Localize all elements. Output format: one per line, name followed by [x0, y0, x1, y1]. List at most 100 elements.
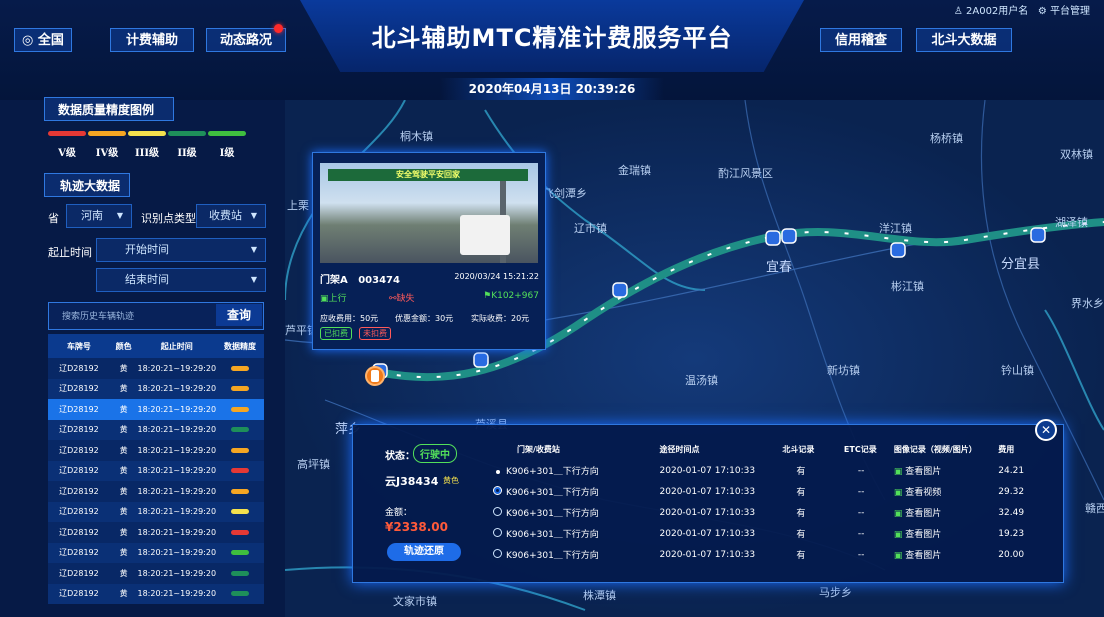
nav-credit-audit-button[interactable]: 信用稽查 [820, 28, 902, 52]
table-row[interactable]: K906+301＿下行方向 2020-01-07 17:10:33 有 -- ▣ 查看视… [493, 481, 1045, 502]
etc-cell: -- [857, 486, 865, 497]
time-cell: 18:20:21~19:29:20 [137, 384, 217, 394]
precision-cell [216, 522, 264, 543]
nav-beidou-data-button[interactable]: 北斗大数据 [916, 28, 1012, 52]
nav-billing-button[interactable]: 计费辅助 [110, 28, 194, 52]
table-row[interactable]: 辽D28192 黄 18:20:21~19:29:20 [48, 563, 264, 584]
table-row[interactable]: 辽D28192 黄 18:20:21~19:29:20 [48, 583, 264, 604]
plate-cell: 辽D28192 [59, 363, 99, 373]
table-row[interactable]: 辽D28192 黄 18:20:21~19:29:20 [48, 522, 264, 543]
station-cell: K906+301＿下行方向 [493, 523, 660, 544]
color-cell: 黄 [119, 363, 128, 373]
etc-cell: -- [857, 465, 865, 476]
legend-label-i: I级 [219, 148, 235, 159]
precision-pill [231, 447, 250, 453]
table-row[interactable]: 辽D28192 黄 18:20:21~19:29:20 [48, 440, 264, 461]
time-cell: 18:20:21~19:29:20 [137, 425, 217, 435]
image-icon: ▣ [893, 488, 903, 498]
table-row[interactable]: 辽D28192 黄 18:20:21~19:29:20 [48, 481, 264, 502]
precision-pill [231, 570, 250, 576]
point-type-select[interactable]: 收费站 ▼ [196, 204, 266, 228]
caret-down-icon: ▼ [116, 211, 123, 220]
precision-cell [216, 461, 264, 482]
media-cell[interactable]: ▣ 查看图片 [894, 502, 998, 523]
precision-pill [231, 406, 250, 412]
gantry-camera-image[interactable]: 安全驾驶平安回家 [320, 163, 538, 263]
fee-cell: 32.49 [998, 507, 1025, 518]
place-label: 高坪镇 [297, 458, 330, 471]
legend-label-ii: II级 [177, 148, 197, 159]
media-cell[interactable]: ▣ 查看图片 [894, 460, 998, 481]
media-cell[interactable]: ▣ 查看图片 [894, 523, 998, 544]
time-cell: 18:20:21~19:29:20 [137, 363, 217, 373]
user-name-link[interactable]: 2A002用户名 [966, 6, 1028, 17]
vehicle-table: 车牌号 颜色 起止时间 数据精度 辽D28192 黄 18:20:21~19:29:… [48, 334, 264, 604]
station-cell: K906+301＿下行方向 [493, 544, 660, 565]
image-icon: ▣ [893, 467, 903, 477]
station-cell: K906+301＿下行方向 [493, 460, 660, 481]
timeline-ring-icon [493, 507, 502, 516]
table-row[interactable]: 辽D28192 黄 18:20:21~19:29:20 [48, 501, 264, 523]
trip-plate: 云J38434 [385, 475, 439, 488]
table-row[interactable]: 辽D28192 黄 18:20:21~19:29:20 [48, 419, 264, 440]
beidou-cell: 有 [796, 530, 806, 540]
precision-pill [231, 468, 250, 474]
place-label: 宜春 [766, 260, 793, 275]
legend-bar-iii [128, 131, 166, 136]
color-cell: 黄 [119, 548, 128, 558]
etc-cell: -- [857, 507, 865, 518]
table-row[interactable]: 辽D28192 黄 18:20:21~19:29:20 [48, 542, 264, 563]
place-label: 赣西 [1085, 502, 1104, 515]
place-label: 辽市镇 [574, 222, 607, 235]
legend-bar-i [208, 131, 246, 136]
place-label: 温汤镇 [685, 374, 718, 387]
vehicle-in-image [460, 215, 510, 255]
precision-cell [216, 502, 264, 523]
column-header-color: 颜色 [109, 334, 138, 358]
admin-link[interactable]: 平台管理 [1050, 6, 1090, 17]
column-header-plate: 车牌号 [48, 334, 110, 358]
start-time-input[interactable]: 开始时间 ▼ [96, 238, 266, 262]
plate-cell: 辽D28192 [59, 425, 99, 435]
nav-traffic-button[interactable]: 动态路况 [206, 28, 286, 52]
legend-bar-v [48, 131, 86, 136]
time-cell: 2020-01-07 17:10:33 [659, 507, 756, 518]
table-row[interactable]: K906+301＿下行方向 2020-01-07 17:10:33 有 -- ▣ 查看图… [493, 523, 1045, 544]
caret-down-icon: ▼ [250, 275, 257, 284]
globe-icon: ◎ [22, 33, 34, 48]
trip-status-badge: 行驶中 [413, 444, 457, 463]
table-row[interactable]: K906+301＿下行方向 2020-01-07 17:10:33 有 -- ▣ 查看图… [493, 460, 1045, 481]
table-row[interactable]: K906+301＿下行方向 2020-01-07 17:10:33 有 -- ▣ 查看图… [493, 544, 1045, 565]
place-label: 杨桥镇 [930, 132, 963, 145]
table-row[interactable]: 辽D28192 黄 18:20:21~19:29:20 [48, 460, 264, 482]
nav-national-button[interactable]: ◎ 全国 [14, 28, 72, 52]
media-cell[interactable]: ▣ 查看图片 [894, 544, 998, 565]
precision-pill [231, 427, 250, 433]
color-cell: 黄 [119, 445, 128, 455]
actual-fee: 实际收费：20元 [471, 314, 530, 323]
image-icon: ▣ [893, 509, 903, 519]
image-icon: ▣ [893, 551, 903, 561]
time-cell: 2020-01-07 17:10:33 [659, 549, 756, 560]
table-row[interactable]: 辽D28192 黄 18:20:21~19:29:20 [48, 378, 264, 399]
media-cell[interactable]: ▣ 查看视频 [894, 481, 998, 502]
station-cell: K906+301＿下行方向 [493, 481, 660, 502]
table-row[interactable]: K906+301＿下行方向 2020-01-07 17:10:33 有 -- ▣ 查看图… [493, 502, 1045, 523]
page-title: 北斗辅助MTC精准计费服务平台 [371, 24, 733, 52]
province-select[interactable]: 河南 ▼ [66, 204, 132, 228]
legend-label-v: V级 [58, 148, 76, 159]
table-row[interactable]: 辽D28192 黄 18:20:21~19:29:20 [48, 358, 264, 379]
time-cell: 18:20:21~19:29:20 [137, 486, 217, 496]
table-row[interactable]: 辽D28192 黄 18:20:21~19:29:20 [48, 399, 264, 420]
close-icon[interactable]: ✕ [1035, 419, 1057, 441]
place-label: 界水乡 [1071, 297, 1104, 310]
track-title: 轨迹大数据 [60, 179, 121, 193]
gantry-name: 门架A 003474 [320, 275, 400, 286]
track-replay-button[interactable]: 轨迹还原 [387, 543, 461, 561]
discount-amount: 优惠金额：30元 [395, 314, 454, 323]
search-input[interactable]: 搜索历史车辆轨迹 [62, 309, 134, 322]
column-header-time: 起止时间 [137, 334, 217, 358]
search-button[interactable]: 查询 [216, 304, 262, 326]
end-time-input[interactable]: 结束时间 ▼ [96, 268, 266, 292]
place-label: 湖泽镇 [1055, 216, 1088, 229]
